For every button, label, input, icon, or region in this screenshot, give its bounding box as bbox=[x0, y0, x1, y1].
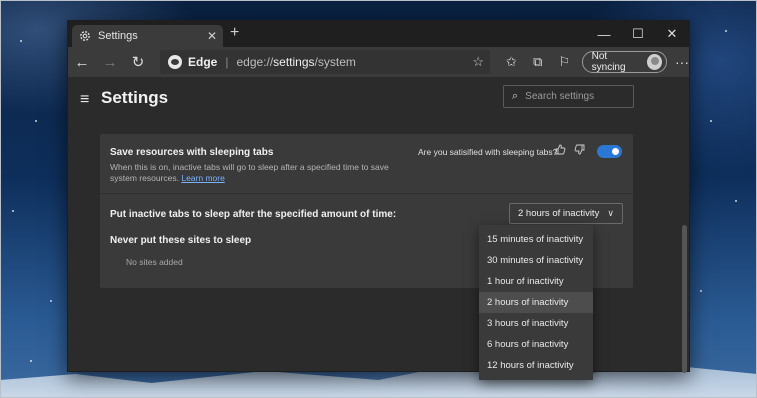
sleeping-tabs-toggle[interactable] bbox=[597, 145, 622, 158]
new-tab-button[interactable]: + bbox=[230, 24, 239, 42]
timeout-select[interactable]: 2 hours of inactivity ∨ bbox=[509, 203, 623, 224]
add-favorite-icon[interactable]: ☆ bbox=[472, 54, 484, 70]
learn-more-link[interactable]: Learn more bbox=[181, 173, 224, 183]
chevron-down-icon: ∨ bbox=[607, 208, 614, 218]
timeout-option[interactable]: 3 hours of inactivity bbox=[479, 313, 593, 334]
settings-header: ≡ Settings ⌕ Search settings bbox=[68, 77, 689, 127]
search-input[interactable]: ⌕ Search settings bbox=[503, 85, 634, 108]
feedback-icon[interactable]: ⚐ bbox=[551, 49, 578, 75]
edge-logo-icon bbox=[168, 55, 182, 69]
feedback-question: Are you satisified with sleeping tabs? bbox=[418, 147, 558, 157]
refresh-button[interactable]: ↻ bbox=[124, 49, 152, 75]
sleeping-tabs-title: Save resources with sleeping tabs bbox=[110, 147, 274, 158]
sleeping-tabs-section: Save resources with sleeping tabs When t… bbox=[100, 134, 633, 194]
gear-icon bbox=[78, 29, 92, 43]
timeout-dropdown-list: 15 minutes of inactivity 30 minutes of i… bbox=[479, 225, 593, 380]
menu-hamburger-icon[interactable]: ≡ bbox=[80, 91, 89, 109]
address-url: edge://settings/system bbox=[236, 55, 356, 69]
favorites-icon[interactable]: ✩ bbox=[498, 49, 525, 75]
back-button[interactable]: ← bbox=[68, 49, 96, 75]
timeout-option[interactable]: 30 minutes of inactivity bbox=[479, 250, 593, 271]
search-placeholder: Search settings bbox=[525, 91, 595, 102]
collections-icon[interactable]: ⧉ bbox=[525, 49, 552, 75]
avatar bbox=[646, 54, 663, 70]
forward-button[interactable]: → bbox=[96, 49, 124, 75]
timeout-option[interactable]: 1 hour of inactivity bbox=[479, 271, 593, 292]
minimize-button[interactable]: — bbox=[587, 21, 621, 47]
sleeping-tabs-description: When this is on, inactive tabs will go t… bbox=[110, 162, 389, 183]
timeout-option-selected[interactable]: 2 hours of inactivity bbox=[479, 292, 593, 313]
thumbs-up-icon[interactable] bbox=[555, 144, 566, 158]
browser-toolbar: ← → ↻ Edge | edge://settings/system ☆ ✩ … bbox=[68, 47, 689, 77]
address-bar[interactable]: Edge | edge://settings/system ☆ bbox=[160, 50, 490, 74]
close-window-button[interactable]: ✕ bbox=[655, 21, 689, 47]
settings-content: ≡ Settings ⌕ Search settings Save resour… bbox=[68, 77, 689, 380]
timeout-option[interactable]: 15 minutes of inactivity bbox=[479, 229, 593, 250]
timeout-selected-value: 2 hours of inactivity bbox=[518, 208, 600, 219]
search-icon: ⌕ bbox=[512, 90, 519, 102]
page-title: Settings bbox=[101, 88, 169, 107]
browser-window: Settings ✕ + — ☐ ✕ ← → ↻ Edge | edge://s… bbox=[67, 20, 690, 380]
tab-close-icon[interactable]: ✕ bbox=[207, 29, 217, 43]
tab-settings[interactable]: Settings ✕ bbox=[72, 25, 223, 47]
maximize-button[interactable]: ☐ bbox=[621, 21, 655, 47]
page-scrollbar[interactable] bbox=[682, 225, 687, 373]
timeout-label: Put inactive tabs to sleep after the spe… bbox=[110, 209, 397, 220]
tab-title: Settings bbox=[98, 30, 138, 42]
address-separator: | bbox=[225, 55, 229, 69]
timeout-option[interactable]: 6 hours of inactivity bbox=[479, 334, 593, 355]
timeout-option[interactable]: 12 hours of inactivity bbox=[479, 355, 593, 376]
no-sites-text: No sites added bbox=[126, 257, 183, 267]
profile-sync-button[interactable]: Not syncing bbox=[581, 51, 668, 73]
address-brand: Edge bbox=[188, 55, 218, 69]
sync-label: Not syncing bbox=[591, 51, 626, 73]
never-sleep-label: Never put these sites to sleep bbox=[110, 235, 252, 246]
thumbs-down-icon[interactable] bbox=[574, 144, 585, 158]
more-menu-icon[interactable]: ··· bbox=[675, 54, 689, 70]
tab-strip: Settings ✕ + — ☐ ✕ bbox=[68, 21, 689, 47]
